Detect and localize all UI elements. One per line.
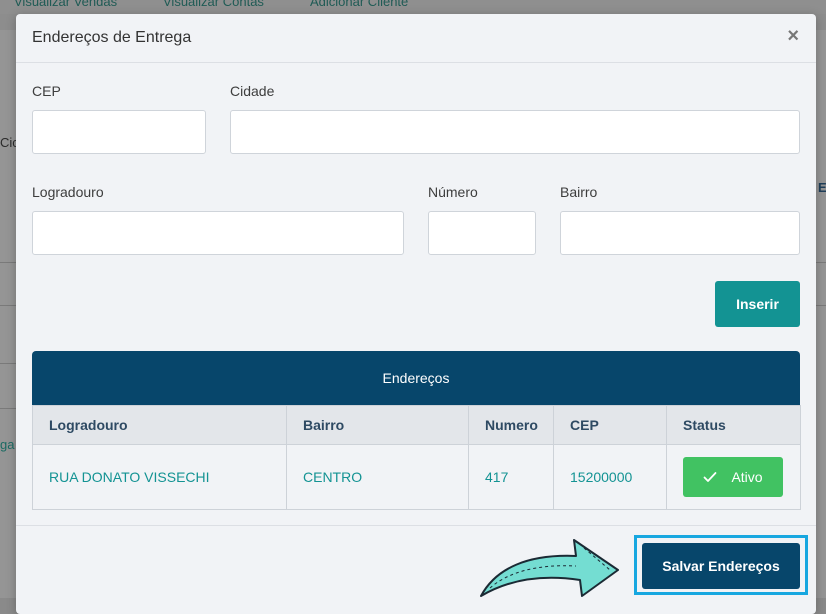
cell-bairro: CENTRO [286,444,469,510]
bg-link-visualizar-contas: Visualizar Contas [163,0,264,9]
table-header-row: Logradouro Bairro Numero CEP Status [32,405,801,445]
close-icon[interactable]: × [787,26,799,46]
column-header-bairro: Bairro [286,405,469,445]
bg-divider [0,363,16,364]
status-label: Ativo [731,469,763,485]
column-header-numero: Numero [468,405,554,445]
cell-logradouro: RUA DONATO VISSECHI [32,444,287,510]
save-addresses-button[interactable]: Salvar Endereços [642,543,800,589]
cell-status: Ativo [666,444,801,510]
insert-button[interactable]: Inserir [715,281,800,327]
bg-link-visualizar-vendas: Visualizar Vendas [14,0,118,9]
modal-title: Endereços de Entrega [32,29,192,46]
column-header-cep: CEP [553,405,667,445]
numero-input[interactable] [428,211,536,255]
bg-link-adicionar-cliente: Adicionar Cliente [310,0,409,9]
bg-divider [0,408,16,409]
column-header-logradouro: Logradouro [32,405,287,445]
addresses-modal: Endereços de Entrega × CEP Cidade Lograd… [16,14,816,614]
addresses-table: Endereços Logradouro Bairro Numero CEP S… [32,351,801,510]
background-toolbar: Visualizar Vendas Visualizar Contas Adic… [0,0,826,14]
bg-fragment-ga: ga [0,437,15,452]
cidade-input[interactable] [230,110,800,154]
bairro-label: Bairro [560,184,598,200]
footer-divider [16,525,816,526]
table-title: Endereços [32,351,800,405]
bg-divider [0,262,16,263]
cep-input[interactable] [32,110,206,154]
table-row: RUA DONATO VISSECHI CENTRO 417 15200000 … [32,444,801,510]
bg-divider [0,305,16,306]
bg-fragment-e: E [818,180,826,195]
column-header-status: Status [666,405,801,445]
cell-cep: 15200000 [553,444,667,510]
modal-header: Endereços de Entrega × [16,14,816,63]
logradouro-label: Logradouro [32,184,104,200]
cep-label: CEP [32,83,61,99]
cell-numero: 417 [468,444,554,510]
addresses-grid: Logradouro Bairro Numero CEP Status RUA … [32,405,801,510]
bairro-input[interactable] [560,211,800,255]
cidade-label: Cidade [230,83,275,99]
check-icon [704,472,717,482]
numero-label: Número [428,184,478,200]
status-toggle-button[interactable]: Ativo [683,457,783,497]
pointer-arrow-icon [480,539,619,597]
logradouro-input[interactable] [32,211,404,255]
